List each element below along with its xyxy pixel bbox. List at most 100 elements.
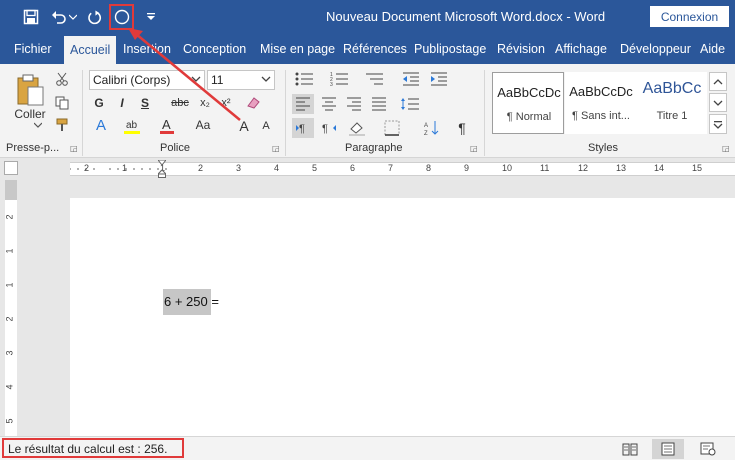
- style-heading-1[interactable]: AaBbCc Titre 1: [637, 72, 707, 134]
- read-mode-icon[interactable]: [614, 439, 646, 459]
- strikethrough-button[interactable]: abc: [168, 94, 192, 112]
- title-bar: Nouveau Document Microsoft Word.docx - W…: [0, 0, 735, 34]
- font-size-combo[interactable]: 11: [207, 70, 275, 90]
- text-effects-icon[interactable]: A: [91, 116, 111, 134]
- clipboard-launcher-icon[interactable]: ◲: [70, 144, 78, 153]
- shading-icon[interactable]: [345, 118, 369, 138]
- vruler-label: 2: [4, 214, 15, 220]
- style-normal[interactable]: AaBbCcDc ¶ Normal: [492, 72, 564, 134]
- tab-references[interactable]: Références: [343, 34, 407, 64]
- vruler-label: 5: [4, 418, 15, 424]
- multilevel-list-icon[interactable]: [362, 70, 390, 88]
- paragraph-launcher-icon[interactable]: ◲: [470, 144, 478, 153]
- vertical-ruler: 2 1 1 2 3 4 5: [0, 180, 22, 436]
- cut-icon[interactable]: [53, 70, 71, 88]
- web-layout-icon[interactable]: [692, 439, 724, 459]
- customize-qat-icon[interactable]: [143, 6, 159, 28]
- selected-text[interactable]: 6 + 250 =: [163, 289, 219, 315]
- superscript-button[interactable]: x²: [217, 94, 235, 112]
- ruler-label: 10: [502, 163, 513, 173]
- clear-formatting-icon[interactable]: [243, 94, 263, 112]
- ruler-label: 9: [464, 163, 470, 173]
- save-icon[interactable]: [20, 6, 42, 28]
- vruler-margin: [5, 180, 17, 200]
- annotation-box-circle: [109, 4, 134, 30]
- svg-text:ab: ab: [126, 120, 138, 131]
- styles-group-label: Styles: [588, 142, 618, 154]
- clipboard-icon[interactable]: [12, 70, 48, 110]
- font-name-combo[interactable]: Calibri (Corps): [89, 70, 205, 90]
- change-case-button[interactable]: Aa: [191, 116, 215, 134]
- vruler-label: 2: [4, 316, 15, 322]
- paste-dropdown-icon[interactable]: [33, 120, 43, 130]
- font-launcher-icon[interactable]: ◲: [272, 144, 280, 153]
- ruler-ticks: [70, 168, 167, 170]
- vruler-label: 1: [4, 282, 15, 288]
- svg-text:3: 3: [330, 82, 333, 86]
- tab-publipostage[interactable]: Publipostage: [414, 34, 486, 64]
- align-center-icon[interactable]: [318, 94, 340, 114]
- borders-icon[interactable]: [380, 118, 404, 138]
- numbering-icon[interactable]: 123: [327, 70, 355, 88]
- grow-font-button[interactable]: A: [236, 116, 252, 136]
- style-name: ¶ Normal: [506, 111, 552, 123]
- tab-selector-icon[interactable]: [4, 161, 18, 175]
- underline-button[interactable]: S: [137, 94, 153, 112]
- styles-scroll-up-icon[interactable]: [709, 72, 727, 91]
- align-left-icon[interactable]: [292, 94, 314, 114]
- increase-indent-icon[interactable]: [428, 70, 450, 88]
- tab-conception[interactable]: Conception: [183, 34, 246, 64]
- font-color-icon[interactable]: A: [158, 116, 176, 136]
- styles-launcher-icon[interactable]: ◲: [722, 144, 730, 153]
- style-no-spacing[interactable]: AaBbCcDc ¶ Sans int...: [565, 72, 637, 134]
- tab-fichier[interactable]: Fichier: [14, 34, 52, 64]
- ltr-icon[interactable]: ¶: [292, 118, 314, 138]
- ruler-label: 14: [654, 163, 665, 173]
- ribbon: Coller Presse-p... ◲ Calibri (Corps) 11 …: [0, 64, 735, 158]
- tab-aide[interactable]: Aide: [700, 34, 725, 64]
- paste-button[interactable]: Coller: [10, 106, 50, 122]
- style-sample: AaBbCcDc: [497, 85, 561, 100]
- group-separator: [82, 70, 83, 156]
- signin-button[interactable]: Connexion: [650, 6, 729, 27]
- decrease-indent-icon[interactable]: [400, 70, 422, 88]
- paragraph-group-label: Paragraphe: [345, 142, 403, 154]
- justify-icon[interactable]: [368, 94, 390, 114]
- group-separator: [285, 70, 286, 156]
- undo-icon[interactable]: [50, 6, 68, 28]
- ruler-label: 12: [578, 163, 589, 173]
- tab-revision[interactable]: Révision: [497, 34, 545, 64]
- bullets-icon[interactable]: [292, 70, 320, 88]
- document-page[interactable]: 6 + 250 =: [70, 198, 735, 436]
- tab-accueil[interactable]: Accueil: [64, 36, 117, 64]
- tab-affichage[interactable]: Affichage: [555, 34, 607, 64]
- sort-icon[interactable]: AZ: [422, 118, 442, 138]
- rtl-icon[interactable]: ¶: [318, 118, 340, 138]
- tab-mise-en-page[interactable]: Mise en page: [260, 34, 335, 64]
- tab-insertion[interactable]: Insertion: [123, 34, 171, 64]
- align-right-icon[interactable]: [343, 94, 365, 114]
- format-painter-icon[interactable]: [53, 116, 71, 134]
- tab-developpeur[interactable]: Développeur: [620, 34, 691, 64]
- italic-button[interactable]: I: [114, 94, 130, 112]
- line-spacing-icon[interactable]: [398, 94, 422, 114]
- status-bar: Le résultat du calcul est : 256.: [0, 436, 735, 460]
- ruler-label: 5: [312, 163, 318, 173]
- print-layout-icon[interactable]: [652, 439, 684, 459]
- repeat-icon[interactable]: [84, 6, 104, 28]
- styles-more-icon[interactable]: [709, 114, 727, 134]
- undo-dropdown-icon[interactable]: [68, 6, 78, 28]
- shrink-font-button[interactable]: A: [259, 118, 273, 134]
- vruler-label: 1: [4, 248, 15, 254]
- show-marks-button[interactable]: ¶: [452, 118, 472, 138]
- font-name-value: Calibri (Corps): [93, 73, 171, 87]
- subscript-button[interactable]: x₂: [196, 94, 214, 112]
- indent-marker-icon[interactable]: [156, 159, 168, 178]
- clipboard-group-label: Presse-p...: [6, 142, 60, 154]
- styles-scroll-down-icon[interactable]: [709, 93, 727, 112]
- copy-icon[interactable]: [53, 94, 71, 112]
- bold-button[interactable]: G: [91, 94, 107, 112]
- highlight-icon[interactable]: ab: [122, 116, 142, 136]
- ruler-label: 2: [198, 163, 204, 173]
- ruler-label: 6: [350, 163, 356, 173]
